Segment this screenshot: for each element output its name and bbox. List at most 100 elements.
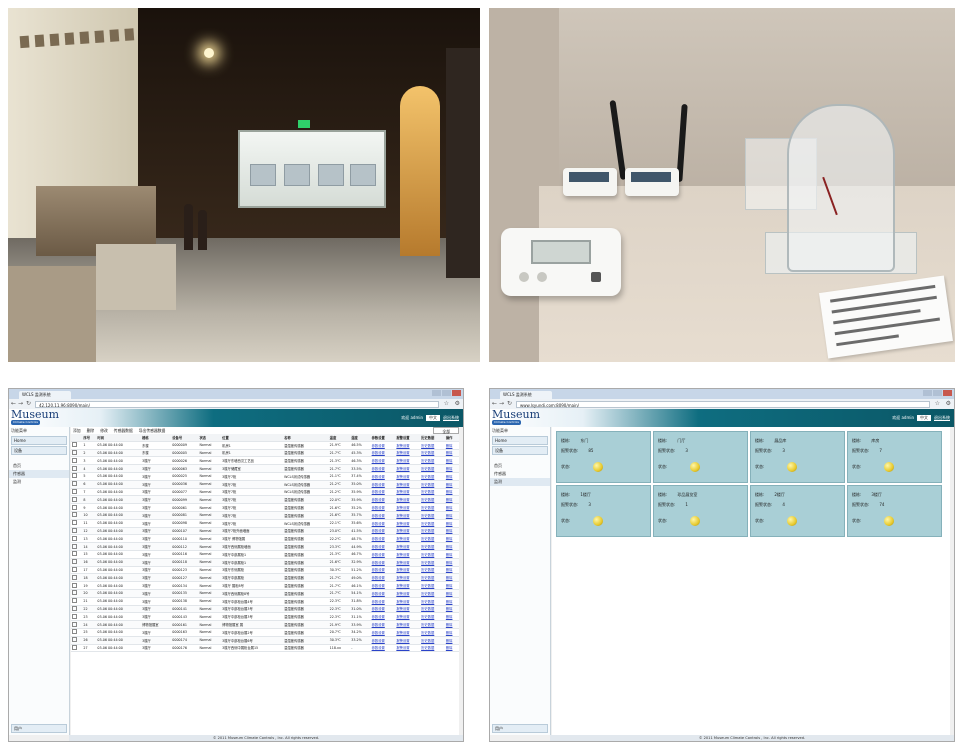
filter-select[interactable]: 全部: [433, 427, 459, 434]
row-action-link[interactable]: 报警设置: [395, 620, 421, 629]
row-action-link[interactable]: 删除: [444, 527, 459, 536]
row-action-link[interactable]: 删除: [444, 495, 459, 505]
table-row[interactable]: 1 03-06 00:44:00 东楼 0000009 Normal 机房1 温湿度传感器 2…: [71, 441, 459, 450]
row-action-link[interactable]: 删除: [444, 449, 459, 458]
row-action-link[interactable]: 报警设置: [395, 542, 421, 551]
column-header[interactable]: 楼栋: [141, 434, 172, 442]
export-button[interactable]: 导出传感器数据: [139, 427, 166, 434]
row-action-link[interactable]: 删除: [444, 636, 459, 645]
browser-tab[interactable]: WCLS 监测系统: [500, 391, 552, 399]
row-action-link[interactable]: 删除: [444, 581, 459, 590]
row-action-link[interactable]: 历史数据: [420, 605, 445, 614]
sidebar-item-home[interactable]: 首页: [490, 462, 550, 470]
row-action-link[interactable]: 删除: [444, 519, 459, 528]
row-action-link[interactable]: 参数设置: [370, 542, 396, 551]
row-action-link[interactable]: 报警设置: [395, 636, 421, 645]
row-checkbox[interactable]: [72, 488, 77, 494]
row-action-link[interactable]: 参数设置: [370, 628, 396, 637]
row-checkbox[interactable]: [72, 442, 77, 448]
close-icon[interactable]: [943, 390, 952, 396]
row-action-link[interactable]: 参数设置: [370, 441, 396, 450]
row-checkbox[interactable]: [72, 637, 77, 643]
star-icon[interactable]: ☆: [444, 401, 449, 407]
sidebar-group-devices[interactable]: 设备: [492, 446, 548, 455]
row-action-link[interactable]: 报警设置: [395, 644, 421, 653]
row-action-link[interactable]: 参数设置: [370, 480, 396, 489]
minimize-icon[interactable]: [923, 390, 932, 396]
row-action-link[interactable]: 报警设置: [395, 519, 421, 528]
row-action-link[interactable]: 报警设置: [395, 464, 421, 473]
row-action-link[interactable]: 删除: [444, 612, 459, 622]
row-action-link[interactable]: 报警设置: [395, 597, 421, 606]
row-action-link[interactable]: 历史数据: [420, 511, 445, 520]
row-action-link[interactable]: 历史数据: [420, 519, 445, 528]
row-action-link[interactable]: 参数设置: [370, 472, 396, 481]
row-action-link[interactable]: 参数设置: [370, 573, 396, 583]
column-header[interactable]: 设备号: [171, 434, 199, 442]
row-action-link[interactable]: 删除: [444, 566, 459, 575]
row-checkbox[interactable]: [72, 520, 77, 526]
sidebar-item-monitor[interactable]: 监测: [9, 478, 69, 486]
table-row[interactable]: 4 03-06 00:44:00 3楼厅 0000063 Normal 3楼厅储藏室 温湿度…: [71, 464, 459, 473]
table-row[interactable]: 9 03-06 00:44:00 3楼厅 0000061 Normal 3楼厅7柜 温湿度传…: [71, 503, 459, 512]
table-row[interactable]: 16 03-06 00:44:00 3楼厅 0000118 Normal 3楼厅中部展柜1…: [71, 558, 459, 567]
row-action-link[interactable]: 历史数据: [420, 612, 445, 622]
row-action-link[interactable]: 历史数据: [420, 472, 445, 481]
row-action-link[interactable]: 报警设置: [395, 534, 421, 544]
row-action-link[interactable]: 报警设置: [395, 441, 421, 450]
row-action-link[interactable]: 参数设置: [370, 464, 396, 473]
row-action-link[interactable]: 参数设置: [370, 581, 396, 590]
row-action-link[interactable]: 删除: [444, 644, 459, 653]
logout-link[interactable]: 退出系统: [443, 415, 459, 421]
wrench-icon[interactable]: ⚙: [455, 401, 460, 407]
column-header[interactable]: 历史数据: [420, 434, 445, 442]
row-checkbox[interactable]: [72, 535, 77, 541]
row-action-link[interactable]: 历史数据: [420, 464, 445, 473]
sidebar-item-monitor[interactable]: 监测: [490, 478, 550, 486]
row-action-link[interactable]: 参数设置: [370, 558, 396, 567]
add-button[interactable]: 添加: [73, 427, 81, 434]
row-checkbox[interactable]: [72, 613, 77, 619]
row-action-link[interactable]: 历史数据: [420, 573, 445, 583]
row-action-link[interactable]: 历史数据: [420, 488, 445, 497]
column-header[interactable]: 湿度: [350, 434, 371, 442]
sidebar-group-devices[interactable]: 设备: [11, 446, 67, 455]
back-icon[interactable]: ←: [492, 401, 497, 407]
row-action-link[interactable]: 删除: [444, 456, 459, 466]
row-action-link[interactable]: 参数设置: [370, 566, 396, 575]
close-icon[interactable]: [452, 390, 461, 396]
reload-icon[interactable]: ↻: [26, 401, 31, 407]
back-icon[interactable]: ←: [11, 401, 16, 407]
sidebar-group-home[interactable]: Home: [11, 436, 67, 445]
row-action-link[interactable]: 参数设置: [370, 636, 396, 645]
row-checkbox[interactable]: [72, 481, 77, 487]
sidebar-group-home[interactable]: Home: [492, 436, 548, 445]
row-action-link[interactable]: 历史数据: [420, 558, 445, 567]
row-action-link[interactable]: 历史数据: [420, 495, 445, 505]
row-action-link[interactable]: 参数设置: [370, 534, 396, 544]
row-action-link[interactable]: 历史数据: [420, 636, 445, 645]
table-row[interactable]: 6 03-06 00:44:00 3楼厅 0000036 Normal 3楼厅7柜 WCLS…: [71, 480, 459, 489]
row-action-link[interactable]: 历史数据: [420, 566, 445, 575]
column-header[interactable]: 名称: [283, 434, 329, 442]
row-action-link[interactable]: 参数设置: [370, 519, 396, 528]
row-action-link[interactable]: 历史数据: [420, 534, 445, 544]
browser-tab[interactable]: WCLS 监测系统: [19, 391, 71, 399]
row-action-link[interactable]: 参数设置: [370, 495, 396, 505]
table-row[interactable]: 18 03-06 00:44:00 3楼厅 0000127 Normal 3楼厅中部展柜温…: [71, 573, 459, 583]
row-checkbox[interactable]: [72, 496, 77, 502]
row-action-link[interactable]: 参数设置: [370, 488, 396, 497]
column-header[interactable]: 报警设置: [395, 434, 421, 442]
row-checkbox[interactable]: [72, 605, 77, 611]
table-row[interactable]: 19 03-06 00:44:00 3楼厅 0000134 Normal 3楼厅 展柜8号…: [71, 581, 459, 590]
area-status-card[interactable]: 楼栋: 东门 报警状态: 85 状态:: [556, 431, 651, 483]
sidebar-item-sensors[interactable]: 传感器: [490, 470, 550, 478]
row-action-link[interactable]: 历史数据: [420, 542, 445, 551]
row-action-link[interactable]: 历史数据: [420, 597, 445, 606]
table-row[interactable]: 12 03-06 00:44:00 3楼厅 0000107 Normal 3楼厅7柜外面墙…: [71, 527, 459, 536]
table-row[interactable]: 14 03-06 00:44:00 3楼厅 0000112 Normal 3楼厅西侧展柜墙…: [71, 542, 459, 551]
column-header[interactable]: 温度: [328, 434, 351, 442]
row-action-link[interactable]: 删除: [444, 597, 459, 606]
row-checkbox[interactable]: [72, 582, 77, 588]
area-status-card[interactable]: 楼栋: 3楼厅 报警状态: 74 状态:: [847, 485, 942, 537]
